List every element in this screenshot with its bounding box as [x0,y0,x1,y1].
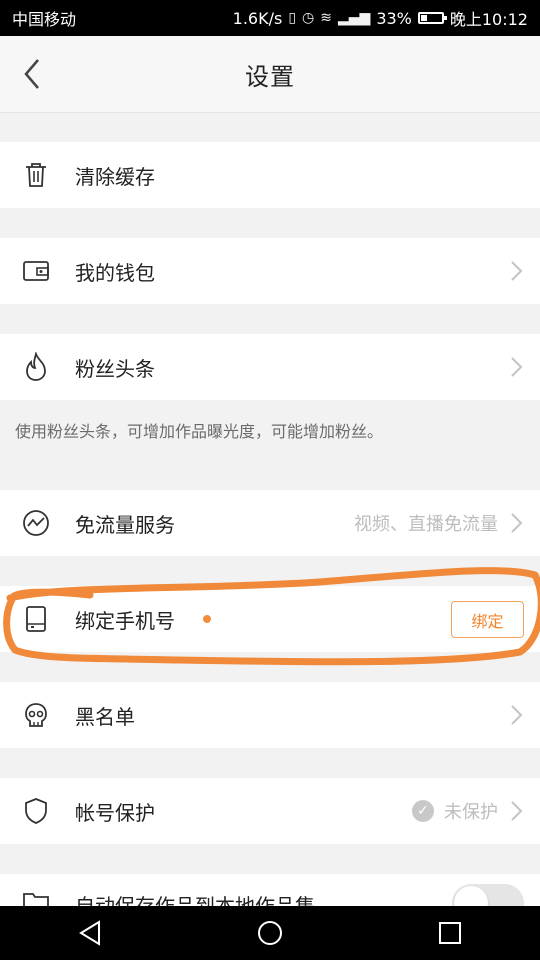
flame-icon [22,352,50,381]
wallet-icon [22,257,50,285]
bind-button[interactable]: 绑定 [451,601,524,638]
fans-headline-note: 使用粉丝头条，可增加作品曝光度，可能增加粉丝。 [15,422,384,441]
row-right [508,259,524,283]
status-bar: 中国移动 1.6K/s ▯ ◷ ≋ ▂▄▆ 33% 晚上10:12 [0,0,540,36]
alarm-icon: ◷ [302,10,315,26]
row-label: 绑定手机号 [75,608,175,633]
clock: 晚上10:12 [449,10,528,29]
header: 设置 [0,36,540,113]
account-protect-row[interactable]: 帐号保护 ✓ 未保护 [0,778,540,844]
row-right [508,355,524,379]
free-data-value: 视频、直播免流量 [354,514,498,535]
status-right: 1.6K/s ▯ ◷ ≋ ▂▄▆ 33% 晚上10:12 [233,6,528,30]
wifi-icon: ≋ [320,10,332,26]
row-label: 帐号保护 [75,800,155,825]
fans-headline-row[interactable]: 粉丝头条 [0,334,540,400]
free-data-row[interactable]: 免流量服务 视频、直播免流量 [0,490,540,556]
wallet-row[interactable]: 我的钱包 [0,238,540,304]
triangle-back-icon [79,920,100,946]
page-title: 设置 [245,62,295,91]
account-protect-value: 未保护 [444,802,498,823]
trash-icon [22,161,50,189]
nav-back-button[interactable] [70,913,110,953]
square-recents-icon [439,922,461,944]
row-label: 黑名单 [75,704,135,729]
vibrate-icon: ▯ [288,10,297,26]
check-circle-icon: ✓ [412,800,434,822]
chevron-right-icon [511,261,523,281]
chevron-right-icon [511,513,523,533]
row-label: 我的钱包 [75,260,155,285]
row-label: 粉丝头条 [75,356,155,381]
row-label: 免流量服务 [75,512,175,537]
new-indicator-dot [203,615,211,623]
chevron-right-icon [511,801,523,821]
row-right [508,703,524,727]
battery-icon [417,12,447,24]
blacklist-row[interactable]: 黑名单 [0,682,540,748]
network-speed: 1.6K/s [232,8,283,28]
back-button[interactable] [18,58,46,90]
row-right: 视频、直播免流量 [354,510,524,536]
chevron-right-icon [511,705,523,725]
row-right: ✓ 未保护 [412,798,524,824]
circle-home-icon [258,921,282,945]
signal-icon: ▂▄▆ [338,10,371,26]
carrier: 中国移动 [12,10,77,29]
skull-icon [22,701,50,729]
shield-icon [22,797,50,825]
nav-recents-button[interactable] [430,913,470,953]
chevron-left-icon [24,59,39,89]
chart-icon [22,509,50,537]
chevron-right-icon [511,357,523,377]
battery-percent: 33% [376,8,412,28]
clear-cache-row[interactable]: 清除缓存 [0,142,540,208]
row-label: 清除缓存 [75,164,155,189]
phone-icon [22,605,50,633]
system-nav-bar [0,906,540,960]
nav-home-button[interactable] [250,913,290,953]
